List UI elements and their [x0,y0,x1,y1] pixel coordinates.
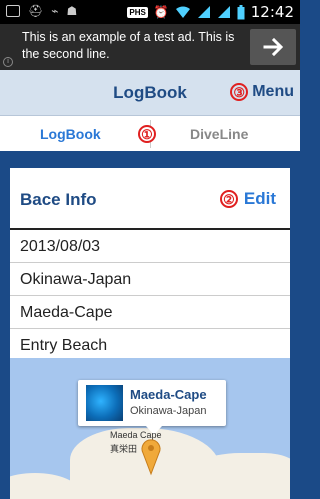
menu-label: Menu [252,83,294,100]
base-info-card: Bace Info ② Edit 2013/08/03 Okinawa-Japa… [10,168,290,499]
card-title: Bace Info [20,190,97,209]
tab-logbook[interactable]: LogBook [40,126,101,142]
image-notification-icon [6,5,20,17]
dive-site-thumbnail [86,385,123,421]
helmet-notification-icon: ⛑ [28,4,44,18]
annotation-badge-3: ③ [230,83,249,101]
arrow-right-icon [263,37,284,57]
signal-icon [197,6,210,18]
navbar: LogBook ③ Menu [0,70,300,116]
alarm-icon: ⏰ [153,5,169,19]
battery-icon [237,4,245,19]
dive-date: 2013/08/03 [10,230,290,263]
popup-subtitle: Okinawa-Japan [130,405,207,417]
info-icon[interactable]: i [3,57,13,67]
ad-action-button[interactable] [250,29,296,65]
android-icon: ☗ [66,4,78,18]
card-header: Bace Info ② Edit [10,168,290,230]
tab-bar: LogBook ① DiveLine [0,116,300,154]
edit-button[interactable]: ② Edit [219,189,276,209]
popup-title: Maeda-Cape [130,387,207,402]
menu-button[interactable]: ③ Menu [230,83,294,101]
wifi-icon [175,6,190,18]
page-title: LogBook [113,83,187,102]
status-bar: ⛑ ⌁ ☗ PHS ⏰ 12:42 [0,0,300,24]
map-popup[interactable]: Maeda-Cape Okinawa-Japan [78,380,226,426]
map-view[interactable]: Maeda-Cape Okinawa-Japan Maeda Cape 真栄田 [10,358,290,499]
annotation-badge-2: ② [219,190,238,208]
dive-region: Okinawa-Japan [10,263,290,296]
tab-diveline[interactable]: DiveLine [190,126,248,142]
dive-site: Maeda-Cape [10,296,290,329]
map-pin-icon[interactable] [140,436,162,476]
clock: 12:42 [250,3,294,21]
carrier-badge: PHS [127,6,148,18]
usb-icon: ⌁ [51,4,59,18]
ad-text: This is an example of a test ad. This is… [22,30,235,61]
map-label-jp: 真栄田 [110,444,138,454]
signal-icon-2 [217,6,230,18]
ad-banner[interactable]: i This is an example of a test ad. This … [0,24,300,70]
edit-label: Edit [243,189,276,208]
annotation-badge-1: ① [138,125,156,143]
